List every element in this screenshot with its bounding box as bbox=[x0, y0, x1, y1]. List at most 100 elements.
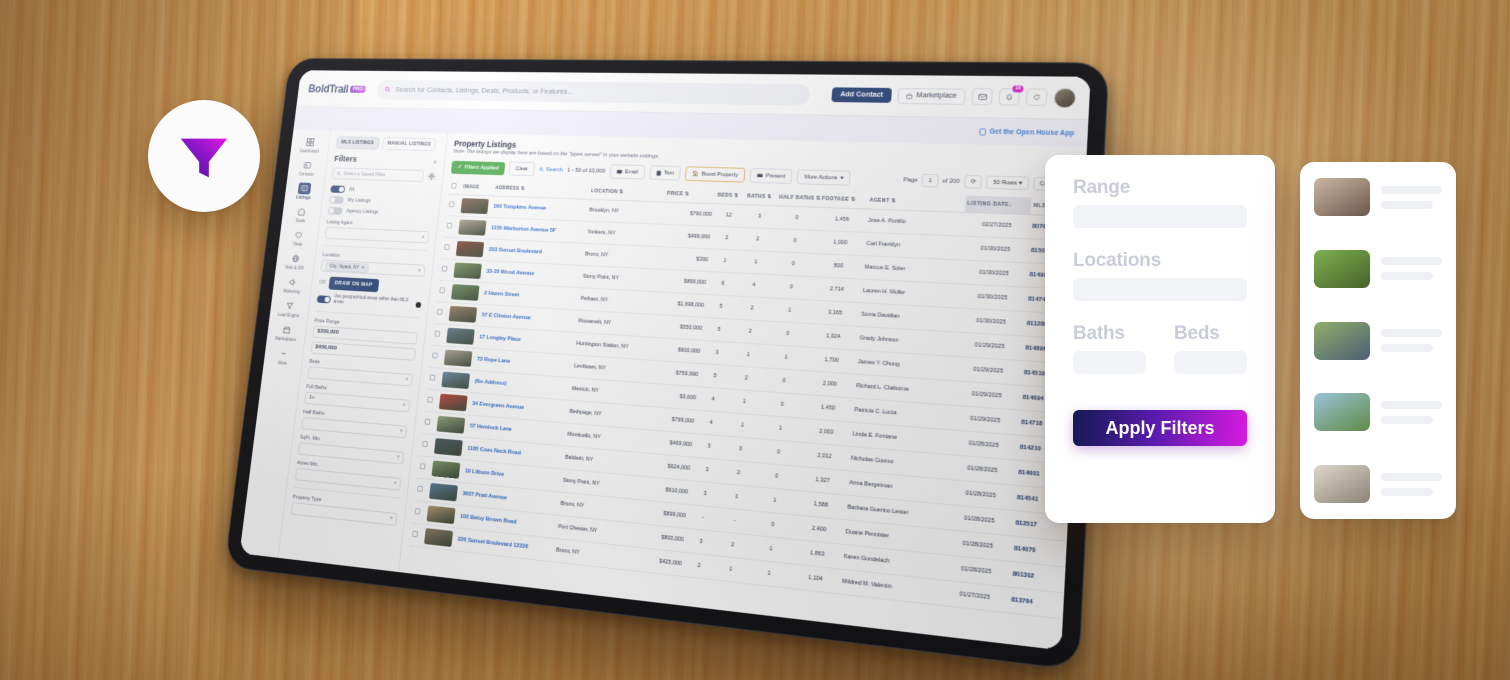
row-checkbox[interactable] bbox=[446, 223, 452, 229]
geo-areas-row[interactable]: Use geographical areas rather than MLS a… bbox=[316, 293, 421, 310]
row-image-cell[interactable] bbox=[449, 281, 484, 305]
rows-per-page-select[interactable]: 50 Rows ▾ bbox=[986, 176, 1029, 191]
list-item[interactable] bbox=[1314, 250, 1442, 288]
row-checkbox[interactable] bbox=[442, 266, 448, 272]
row-image-cell[interactable] bbox=[446, 302, 481, 326]
row-checkbox[interactable] bbox=[432, 353, 438, 359]
property-mls-id-link[interactable]: 801302 bbox=[1012, 571, 1034, 580]
toggle-switch[interactable] bbox=[328, 207, 343, 215]
select-all-checkbox[interactable] bbox=[451, 183, 457, 189]
row-checkbox[interactable] bbox=[427, 397, 433, 403]
sidebar-item-vitals[interactable]: Vitals bbox=[279, 226, 318, 250]
list-item[interactable] bbox=[1314, 178, 1442, 216]
row-image-cell[interactable] bbox=[458, 195, 492, 218]
tab-manual-listings[interactable]: MANUAL LISTINGS bbox=[382, 137, 437, 151]
page-number-input[interactable]: 1 bbox=[922, 174, 939, 188]
property-address-link[interactable]: 34 Evergreen Avenue bbox=[472, 401, 525, 411]
row-image-cell[interactable] bbox=[429, 457, 464, 483]
close-filters-icon[interactable]: × bbox=[433, 157, 438, 165]
global-search-input[interactable]: Search for Contacts, Listings, Deals, Pr… bbox=[376, 79, 810, 105]
row-image-cell[interactable] bbox=[432, 435, 467, 460]
sidebar-item-dashboard[interactable]: Dashboard bbox=[291, 133, 330, 156]
clear-filters-button[interactable]: Clear bbox=[509, 161, 535, 176]
baths-input[interactable] bbox=[1073, 351, 1146, 374]
refresh-page-button[interactable]: ⟳ bbox=[964, 175, 983, 189]
row-checkbox[interactable] bbox=[420, 463, 426, 469]
sidebar-item-lead-engine[interactable]: Lead Engine bbox=[270, 296, 309, 321]
property-address-link[interactable]: 17 Longley Place bbox=[479, 335, 521, 343]
draw-on-map-button[interactable]: DRAW ON MAP bbox=[328, 277, 379, 293]
property-address-link[interactable]: 226 Sunset Boulevard 12226 bbox=[457, 537, 528, 551]
apply-filters-button[interactable]: Apply Filters bbox=[1073, 410, 1247, 446]
row-image-cell[interactable] bbox=[456, 216, 490, 239]
notifications-button[interactable]: 18 bbox=[998, 88, 1020, 105]
sidebar-item-marketplace[interactable]: Marketplace bbox=[267, 320, 306, 345]
property-mls-id-link[interactable]: 813764 bbox=[1011, 597, 1033, 606]
property-mls-id-link[interactable]: 814519 bbox=[1024, 370, 1046, 378]
property-address-link[interactable]: 1185 Coes Neck Road bbox=[467, 446, 521, 457]
price-max-input[interactable]: $450,000 bbox=[310, 341, 416, 361]
row-image-cell[interactable] bbox=[442, 346, 477, 370]
row-checkbox[interactable] bbox=[449, 201, 455, 207]
row-image-cell[interactable] bbox=[444, 324, 479, 348]
row-image-cell[interactable] bbox=[434, 412, 469, 437]
list-item[interactable] bbox=[1314, 393, 1442, 431]
property-address-link[interactable]: 2 Hazen Street bbox=[484, 291, 520, 299]
mail-button[interactable] bbox=[971, 88, 993, 105]
more-actions-button[interactable]: More Actions ▾ bbox=[797, 169, 851, 185]
property-mls-id-link[interactable]: 814541 bbox=[1017, 495, 1039, 504]
filters-applied-button[interactable]: ✓ Filters Applied bbox=[451, 160, 506, 174]
property-mls-id-link[interactable]: 814896 bbox=[1025, 345, 1046, 353]
property-address-link[interactable]: 160 Tompkins Avenue bbox=[493, 204, 546, 212]
header-footage[interactable]: FOOTAGE ⇅ bbox=[819, 191, 868, 209]
property-address-link[interactable]: 3607 Pratt Avenue bbox=[462, 491, 507, 501]
sidebar-item-web-idx[interactable]: Web & IDX bbox=[276, 249, 315, 274]
property-address-link[interactable]: 57 Hemlock Lane bbox=[470, 423, 513, 432]
filter-toggle-agency-listings[interactable]: Agency Listings bbox=[328, 207, 432, 218]
filter-toggle-all[interactable]: All bbox=[330, 185, 434, 196]
row-mls-cell[interactable]: 813764 bbox=[1008, 587, 1063, 619]
filter-toggle-my-listings[interactable]: My Listings bbox=[329, 196, 433, 207]
sidebar-item-marketing[interactable]: Marketing bbox=[273, 273, 312, 298]
beds-input[interactable] bbox=[1174, 351, 1247, 374]
header-beds[interactable]: BEDS ⇅ bbox=[715, 188, 746, 205]
row-checkbox[interactable] bbox=[412, 531, 418, 538]
email-button[interactable]: Email bbox=[609, 164, 645, 179]
app-logo[interactable]: BoldTrail PRO bbox=[308, 82, 366, 95]
toggle-switch[interactable] bbox=[330, 185, 345, 193]
search-button[interactable]: Search bbox=[538, 166, 563, 172]
property-address-link[interactable]: 19 Lilburn Drive bbox=[465, 468, 505, 478]
present-button[interactable]: Present bbox=[749, 168, 793, 184]
user-avatar[interactable] bbox=[1053, 87, 1076, 108]
row-checkbox[interactable] bbox=[439, 287, 445, 293]
property-mls-id-link[interactable]: 814694 bbox=[1022, 395, 1044, 403]
property-mls-id-link[interactable]: 814210 bbox=[1020, 444, 1042, 452]
close-icon[interactable]: × bbox=[361, 265, 364, 271]
text-button[interactable]: Text bbox=[649, 165, 681, 180]
add-contact-button[interactable]: Add Contact bbox=[832, 87, 892, 102]
info-dot-icon[interactable] bbox=[416, 302, 421, 308]
row-image-cell[interactable] bbox=[439, 368, 474, 393]
row-checkbox[interactable] bbox=[417, 486, 423, 492]
sidebar-item-deals[interactable]: Deals bbox=[282, 203, 321, 227]
row-checkbox[interactable] bbox=[415, 508, 421, 514]
property-mls-id-link[interactable]: 814718 bbox=[1021, 420, 1043, 428]
row-checkbox[interactable] bbox=[429, 374, 435, 380]
marketplace-button[interactable]: Marketplace bbox=[897, 88, 966, 105]
sidebar-item-more[interactable]: ••• More bbox=[264, 344, 304, 370]
row-checkbox[interactable] bbox=[437, 309, 443, 315]
saved-filter-input[interactable]: Select a Saved Filter bbox=[332, 167, 424, 182]
refresh-button[interactable] bbox=[1026, 88, 1048, 106]
row-checkbox[interactable] bbox=[434, 331, 440, 337]
property-address-link[interactable]: 100 Betsy Brown Road bbox=[460, 514, 517, 526]
gear-icon[interactable] bbox=[427, 172, 436, 180]
property-mls-id-link[interactable]: 812517 bbox=[1015, 520, 1037, 529]
row-image-cell[interactable] bbox=[437, 390, 472, 415]
property-address-link[interactable]: (No Address) bbox=[474, 379, 507, 387]
range-input[interactable] bbox=[1073, 205, 1247, 228]
row-checkbox[interactable] bbox=[422, 441, 428, 447]
locations-input[interactable] bbox=[1073, 278, 1247, 301]
list-item[interactable] bbox=[1314, 465, 1442, 503]
property-address-link[interactable]: 33-35 Wood Avenue bbox=[486, 269, 534, 277]
property-address-link[interactable]: 73 Rope Lane bbox=[477, 357, 511, 365]
